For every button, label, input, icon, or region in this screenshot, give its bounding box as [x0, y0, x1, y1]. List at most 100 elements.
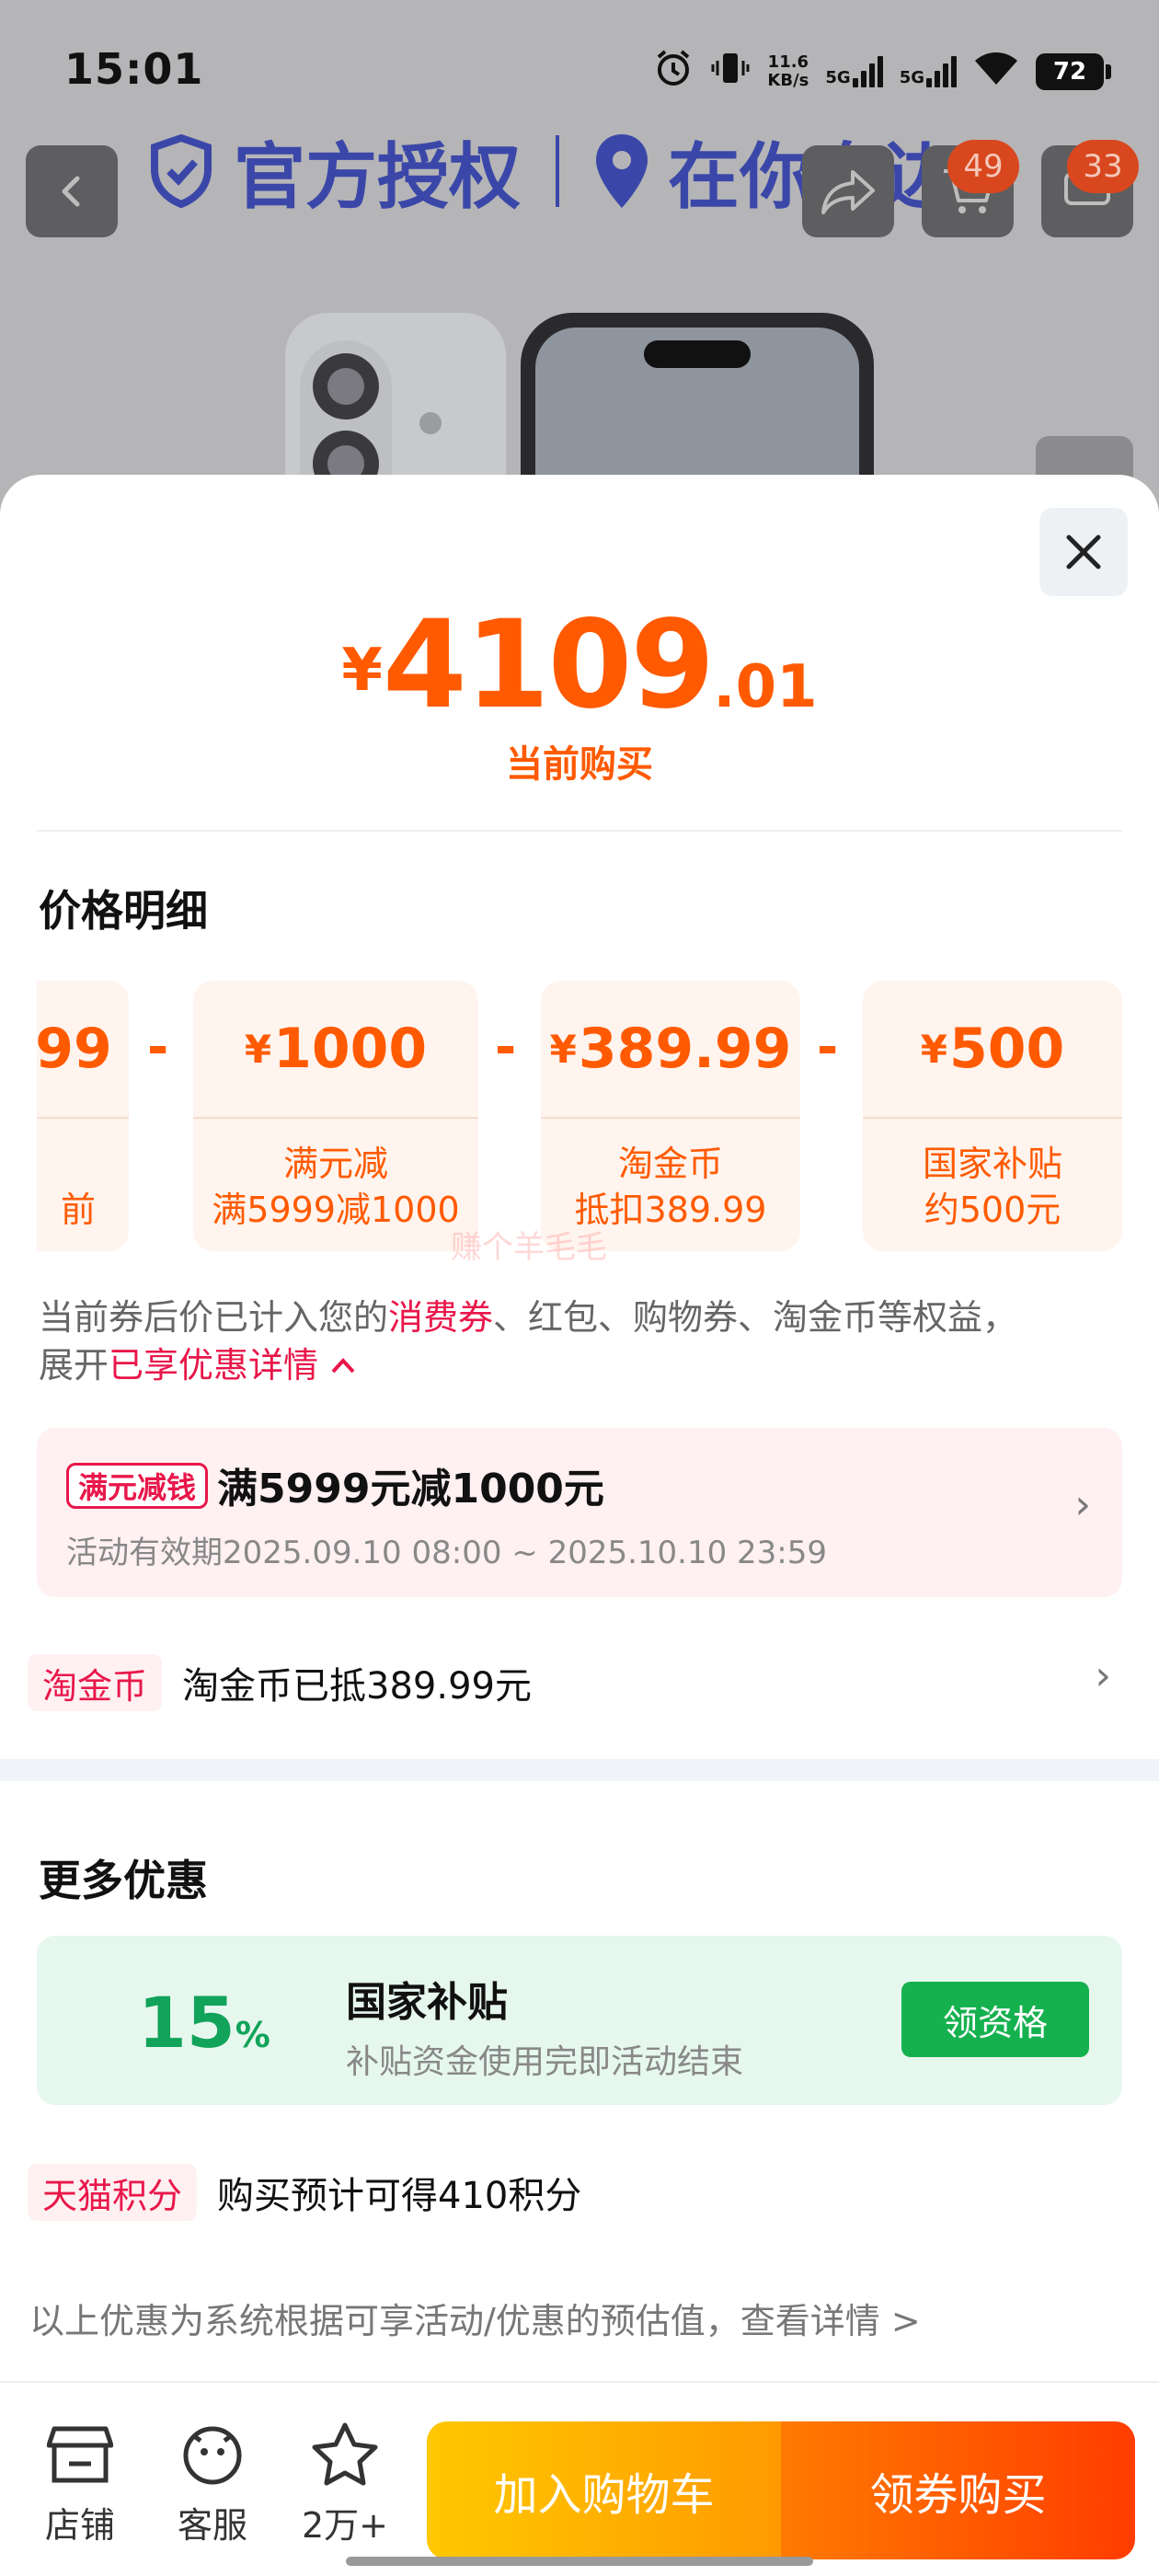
card-desc: 国家补贴约500元 [863, 1119, 1122, 1233]
divider [37, 830, 1122, 832]
signal-sim2: 5G [899, 55, 957, 87]
breakdown-card-partial: 99 前 [37, 981, 129, 1251]
card-desc: 前 [37, 1119, 129, 1233]
card-desc: 淘金币 抵扣389.99 [541, 1119, 800, 1233]
taojinbi-text: 淘金币已抵389.99元 [182, 1665, 532, 1708]
breakdown-card-taojinbi: ¥389.99 淘金币 抵扣389.99 [541, 981, 800, 1251]
star-icon [312, 2422, 378, 2486]
price-caption: 当前购买 [506, 743, 653, 786]
card-amount-value: 389.99 [578, 1017, 792, 1081]
note-text: 展开 [39, 1345, 109, 1386]
store-icon [47, 2426, 113, 2483]
battery-icon: 72 [1036, 52, 1111, 90]
benefit-note: 当前券后价已计入您的消费券、红包、购物券、淘金币等权益， 展开已享优惠详情 [39, 1294, 1124, 1389]
price-breakdown-cards[interactable]: 99 前 - ¥1000 满元减 满5999减1000 - ¥389.99 淘金币… [37, 981, 1122, 1251]
section-divider [0, 1759, 1159, 1781]
more-offers-title: 更多优惠 [39, 1856, 208, 1905]
sim1-label: 5G [825, 67, 851, 87]
price-detail-sheet: ¥4109.01 当前购买 价格明细 99 前 - ¥1000 满元减 满5999… [0, 475, 1159, 2576]
message-badge: 33 [1067, 140, 1139, 193]
banner-separator [556, 135, 560, 207]
signal-bars-icon [852, 55, 883, 87]
customer-service-button[interactable]: 客服 [162, 2418, 263, 2547]
note-text: 、红包、购物券、淘金币等权益， [493, 1297, 1018, 1338]
shield-check-icon [151, 134, 212, 208]
minus-sign: - [147, 1018, 169, 1077]
card-amount-value: 1000 [273, 1017, 428, 1081]
price-decimal: .01 [713, 653, 818, 721]
minus-sign: - [817, 1018, 839, 1077]
coupon-tag: 满元减钱 [66, 1463, 209, 1509]
shop-button[interactable]: 店铺 [29, 2418, 131, 2547]
tmall-points-row: 天猫积分 购买预计可得410积分 [28, 2160, 1131, 2225]
taojinbi-row[interactable]: 淘金币 淘金币已抵389.99元 › [28, 1650, 1131, 1715]
bottom-action-bar: 店铺 客服 2万+ 加入购物车 领券购买 [0, 2383, 1159, 2574]
tmall-points-tag: 天猫积分 [28, 2164, 198, 2221]
subsidy-percent-value: 15 [138, 1982, 235, 2064]
subsidy-title: 国家补贴 [346, 1979, 508, 2026]
national-subsidy-card: 15% 国家补贴 补贴资金使用完即活动结束 领资格 [37, 1936, 1122, 2105]
status-time: 15:01 [64, 44, 204, 94]
card-amount-value: 99 [37, 1017, 112, 1081]
card-desc-line1: 国家补贴 [922, 1144, 1062, 1184]
claim-coupon-buy-button[interactable]: 领券购买 [781, 2421, 1135, 2559]
net-speed-unit: KB/s [767, 70, 809, 90]
close-button[interactable] [1039, 508, 1128, 596]
current-price: ¥4109.01 [0, 594, 1159, 736]
share-button[interactable] [802, 145, 894, 237]
purchase-actions: 加入购物车 领券购买 [427, 2421, 1135, 2559]
coupon-validity: 活动有效期2025.09.10 08:00 ~ 2025.10.10 23:59 [66, 1535, 828, 1571]
taojinbi-tag: 淘金币 [28, 1654, 163, 1711]
sim2-label: 5G [899, 67, 924, 87]
banner-authorized: 官方授权 [234, 136, 522, 219]
consumer-coupon-link[interactable]: 消费券 [388, 1297, 493, 1338]
subsidy-subtitle: 补贴资金使用完即活动结束 [346, 2043, 744, 2081]
coupon-title: 满5999元减1000元 [217, 1466, 604, 1512]
location-pin-icon [596, 134, 648, 208]
cart-button[interactable]: 49 [922, 140, 1019, 237]
alarm-icon [653, 48, 694, 95]
net-speed: 11.6 KB/s [767, 52, 809, 90]
chevron-right-icon: › [1095, 1652, 1111, 1699]
coupon-item[interactable]: 满元减钱 满5999元减1000元 活动有效期2025.09.10 08:00 … [37, 1428, 1122, 1597]
card-amount: ¥1000 [193, 981, 478, 1119]
minus-sign: - [495, 1018, 517, 1077]
expand-label: 已享优惠详情 [109, 1345, 319, 1386]
add-to-cart-button[interactable]: 加入购物车 [427, 2421, 781, 2559]
price-breakdown-title: 价格明细 [39, 886, 208, 936]
subsidy-percent-unit: % [235, 2015, 270, 2055]
card-amount-value: 500 [948, 1017, 1065, 1081]
cart-badge: 49 [947, 140, 1019, 193]
expand-discount-details[interactable]: 已享优惠详情 [109, 1345, 357, 1386]
watermark: 赚个羊毛毛 [451, 1229, 607, 1266]
breakdown-card-subsidy: ¥500 国家补贴约500元 [863, 981, 1122, 1251]
note-text: 当前券后价已计入您的 [39, 1297, 389, 1338]
shop-label: 店铺 [44, 2505, 115, 2546]
price-currency: ¥ [341, 637, 383, 705]
subsidy-percent: 15% [138, 1982, 270, 2064]
card-desc-line2: 约500元 [924, 1190, 1061, 1230]
favorite-button[interactable]: 2万+ [294, 2418, 396, 2547]
signal-bars-icon [926, 55, 957, 87]
customer-service-icon [183, 2426, 242, 2485]
close-icon [1066, 535, 1101, 569]
card-amount: ¥500 [863, 981, 1122, 1119]
chevron-right-icon: › [1074, 1481, 1091, 1528]
breakdown-card-coupon: ¥1000 满元减 满5999减1000 [193, 981, 478, 1251]
product-page-backdrop: 15:01 11.6 KB/s 5G 5G 72 官方授权 49 33 [0, 0, 1159, 515]
card-desc-line2: 前 [60, 1190, 96, 1230]
vibrate-icon [710, 48, 751, 95]
card-desc: 满元减 满5999减1000 [193, 1119, 478, 1233]
tmall-points-text: 购买预计可得410积分 [217, 2175, 582, 2217]
card-desc-line1: 满元减 [282, 1144, 388, 1184]
card-amount: 99 [37, 981, 129, 1119]
card-amount: ¥389.99 [541, 981, 800, 1119]
card-desc-line1: 淘金币 [617, 1144, 723, 1184]
claim-eligibility-button[interactable]: 领资格 [901, 1982, 1089, 2057]
back-button[interactable] [26, 145, 118, 237]
wifi-icon [973, 50, 1019, 93]
message-button[interactable]: 33 [1041, 140, 1139, 237]
share-icon [821, 170, 875, 214]
home-indicator[interactable] [346, 2557, 813, 2566]
estimate-disclaimer-link[interactable]: 以上优惠为系统根据可享活动/优惠的预估值，查看详情 > [29, 2293, 921, 2343]
